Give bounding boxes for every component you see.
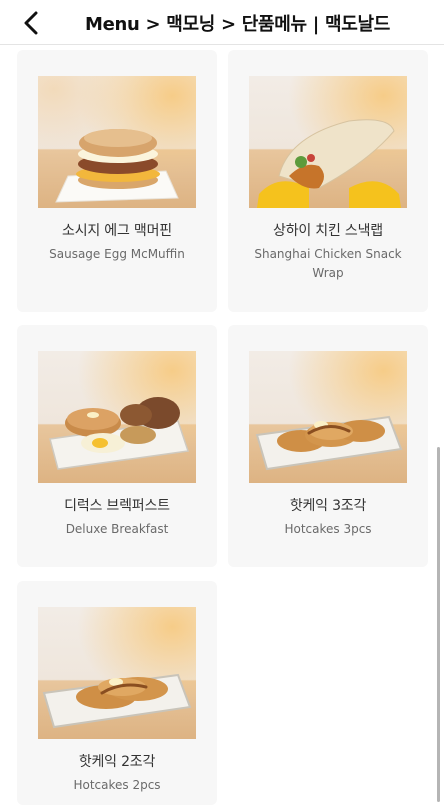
header: Menu > 맥모닝 > 단품메뉴 | 맥도날드	[0, 0, 444, 45]
menu-item-image	[38, 351, 196, 483]
menu-item-name-en: Hotcakes 3pcs	[284, 522, 372, 536]
menu-item-name-en: Shanghai Chicken Snack Wrap	[254, 247, 402, 280]
menu-item-image	[38, 76, 196, 208]
menu-item-card[interactable]: 핫케익 3조각 Hotcakes 3pcs	[228, 325, 428, 567]
menu-item-name-ko: 소시지 에그 맥머핀	[62, 223, 172, 239]
menu-item-name-ko: 상하이 치킨 스낵랩	[273, 223, 383, 239]
menu-item-card[interactable]: 상하이 치킨 스낵랩 Shanghai Chicken Snack Wrap	[228, 50, 428, 312]
page-title: Menu > 맥모닝 > 단품메뉴 | 맥도날드	[85, 14, 391, 35]
menu-item-name-en: Hotcakes 2pcs	[73, 778, 161, 792]
menu-item-image	[249, 351, 407, 483]
back-button[interactable]	[14, 6, 48, 40]
menu-item-image	[38, 607, 196, 739]
menu-item-name-ko: 핫케익 3조각	[289, 498, 367, 514]
menu-item-card[interactable]: 소시지 에그 맥머핀 Sausage Egg McMuffin	[17, 50, 217, 312]
menu-item-name-en: Deluxe Breakfast	[65, 522, 169, 536]
menu-item-name-ko: 핫케익 2조각	[78, 754, 156, 770]
menu-item-image	[249, 76, 407, 208]
menu-item-name-ko: 디럭스 브렉퍼스트	[64, 498, 170, 514]
menu-item-card[interactable]: 디럭스 브렉퍼스트 Deluxe Breakfast	[17, 325, 217, 567]
chevron-left-icon	[24, 11, 38, 35]
menu-item-card[interactable]: 핫케익 2조각 Hotcakes 2pcs	[17, 581, 217, 805]
scrollbar[interactable]	[437, 447, 440, 802]
menu-item-name-en: Sausage Egg McMuffin	[49, 247, 185, 261]
